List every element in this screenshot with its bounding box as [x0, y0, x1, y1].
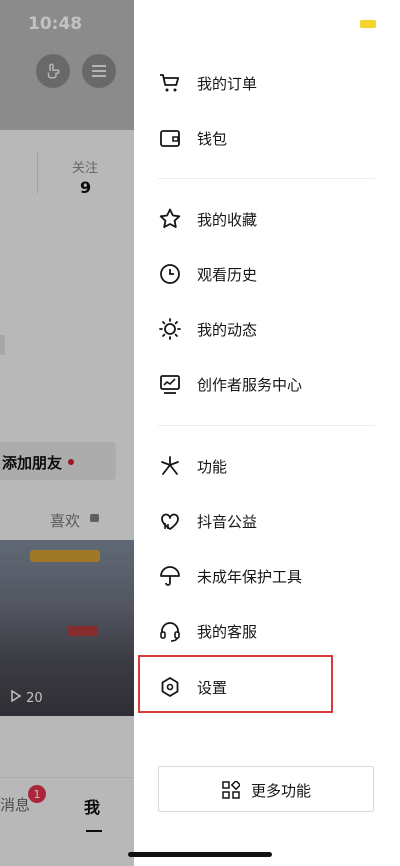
settings-highlight-box — [138, 655, 333, 713]
menu-item-history[interactable]: 观看历史 — [134, 247, 400, 301]
menu-label: 功能 — [197, 458, 228, 476]
dim-overlay[interactable] — [0, 0, 134, 866]
battery-icon — [360, 20, 376, 28]
headset-icon — [160, 622, 180, 642]
menu-item-minor-protection[interactable]: 未成年保护工具 — [134, 549, 400, 603]
more-functions-button[interactable]: 更多功能 — [158, 766, 374, 812]
menu-label: 未成年保护工具 — [197, 568, 303, 586]
menu-label: 钱包 — [197, 130, 228, 148]
cart-icon — [160, 74, 180, 92]
menu-label: 我的收藏 — [197, 211, 258, 229]
wallet-icon — [160, 130, 180, 147]
menu-item-favorites[interactable]: 我的收藏 — [134, 192, 400, 246]
heart-hand-icon — [161, 513, 179, 530]
menu-label: 创作者服务中心 — [197, 376, 303, 394]
divider — [158, 178, 375, 179]
menu-item-wallet[interactable]: 钱包 — [134, 111, 400, 165]
menu-item-creator-center[interactable]: 创作者服务中心 — [134, 357, 400, 411]
menu-item-orders[interactable]: 我的订单 — [134, 56, 400, 110]
menu-label: 我的订单 — [197, 75, 258, 93]
divider — [158, 425, 375, 426]
menu-label: 我的客服 — [197, 623, 258, 641]
star-icon — [159, 208, 181, 228]
umbrella-icon — [160, 566, 180, 586]
menu-item-functions[interactable]: 功能 — [134, 439, 400, 493]
sun-icon — [159, 318, 181, 340]
home-indicator[interactable] — [128, 852, 272, 857]
grid-icon — [222, 781, 240, 799]
menu-label: 我的动态 — [197, 321, 258, 339]
chart-icon — [160, 375, 180, 394]
menu-item-customer-service[interactable]: 我的客服 — [134, 604, 400, 658]
function-icon — [161, 456, 179, 475]
menu-item-charity[interactable]: 抖音公益 — [134, 494, 400, 548]
more-functions-label: 更多功能 — [251, 782, 312, 800]
clock-icon — [160, 264, 180, 284]
menu-label: 抖音公益 — [197, 513, 258, 531]
side-drawer: 我的订单 钱包 我的收藏 观看历史 我的动态 创作者服务中心 功能 抖音公益 未… — [134, 0, 400, 866]
menu-item-moments[interactable]: 我的动态 — [134, 302, 400, 356]
menu-label: 观看历史 — [197, 266, 258, 284]
